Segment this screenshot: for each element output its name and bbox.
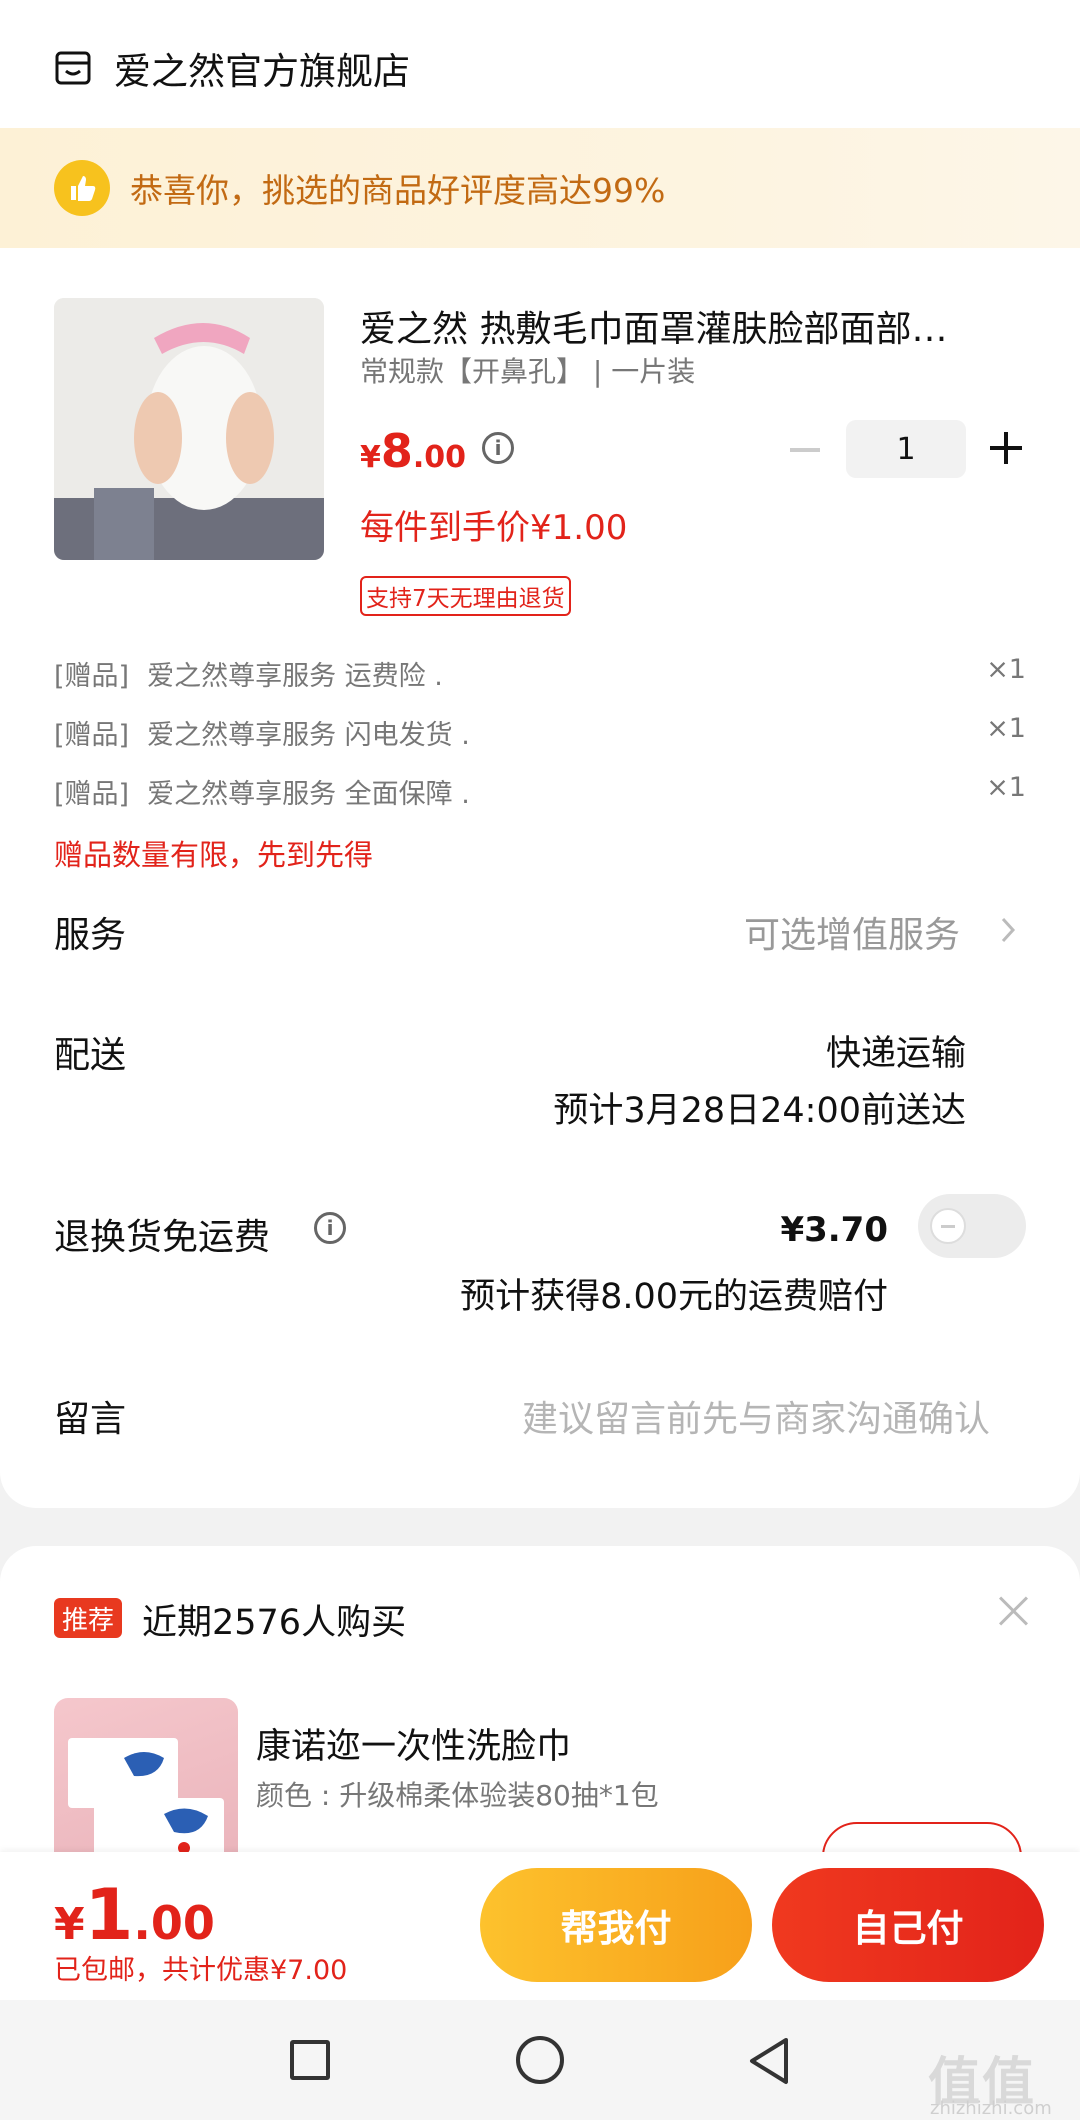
- service-value[interactable]: 可选增值服务: [744, 906, 960, 958]
- close-icon[interactable]: [998, 1596, 1028, 1626]
- rating-banner: 恭喜你，挑选的商品好评度高达99%: [0, 128, 1080, 248]
- total-price: ¥1.00: [54, 1874, 215, 1956]
- message-input[interactable]: 建议留言前先与商家沟通确认: [522, 1390, 990, 1442]
- return-fee-price: ¥3.70: [780, 1210, 888, 1250]
- price-decimal: .00: [412, 440, 467, 475]
- rating-text: 恭喜你，挑选的商品好评度高达99%: [130, 171, 666, 210]
- delivery-label: 配送: [54, 1035, 127, 1076]
- thumbs-up-icon: [54, 160, 110, 216]
- gift-item: [赠品] 爱之然尊享服务 闪电发货 . ×1: [54, 713, 1026, 752]
- price-currency: ¥: [360, 440, 381, 475]
- gift-tag: [赠品]: [54, 661, 130, 692]
- gift-qty: ×1: [986, 772, 1026, 803]
- product-spec[interactable]: 常规款【开鼻孔】 | 一片装: [360, 350, 695, 390]
- discount-note: 已包邮，共计优惠¥7.00: [54, 1955, 348, 1986]
- toggle-knob: [930, 1208, 966, 1244]
- help-me-pay-button[interactable]: 帮我付: [480, 1868, 752, 1982]
- return-fee-note: 预计获得8.00元的运费赔付: [460, 1277, 888, 1317]
- recommend-item-name[interactable]: 康诺迩一次性洗脸巾: [256, 1718, 571, 1769]
- return-fee-toggle[interactable]: [918, 1194, 1026, 1258]
- recommend-tag: 推荐: [54, 1598, 123, 1638]
- gift-limit-note: 赠品数量有限，先到先得: [54, 838, 374, 872]
- decrease-quantity-button[interactable]: [790, 448, 820, 452]
- store-header[interactable]: 爱之然官方旗舰店: [54, 36, 410, 100]
- recommend-item-image[interactable]: [54, 1698, 238, 1868]
- gift-name: 爱之然尊享服务 运费险 .: [147, 661, 443, 692]
- home-icon[interactable]: [516, 2036, 564, 2084]
- back-icon[interactable]: [746, 2036, 792, 2086]
- gift-tag: [赠品]: [54, 779, 130, 810]
- delivery-eta: 预计3月28日24:00前送达: [553, 1091, 966, 1131]
- watermark-url: zhizhizhi.com: [930, 2098, 1052, 2119]
- store-icon: [55, 51, 91, 85]
- return-fee-label: 退换货免运费: [54, 1217, 271, 1258]
- price-info-icon[interactable]: i: [482, 432, 514, 464]
- pay-bar: ¥1.00 已包邮，共计优惠¥7.00 帮我付 自己付: [0, 1852, 1080, 2000]
- product-title[interactable]: 爱之然 热敷毛巾面罩灌肤脸部面部…: [360, 300, 1020, 352]
- total-currency: ¥: [54, 1899, 85, 1950]
- unit-price: 每件到手价¥1.00: [360, 508, 628, 548]
- order-card: 爱之然官方旗舰店 恭喜你，挑选的商品好评度高达99% 爱之然 热敷毛巾面罩灌肤脸…: [0, 0, 1080, 1508]
- chevron-right-icon[interactable]: [1000, 916, 1016, 944]
- return-fee-info-icon[interactable]: i: [314, 1212, 346, 1244]
- service-label: 服务: [54, 915, 127, 956]
- recent-apps-icon[interactable]: [290, 2040, 330, 2080]
- recommend-card: 推荐 近期2576人购买 康诺迩一次性洗脸巾 颜色 : 升级棉柔体验装80抽*1…: [0, 1546, 1080, 1876]
- total-decimal: .00: [133, 1896, 215, 1950]
- store-name: 爱之然官方旗舰店: [114, 50, 410, 93]
- price-integer: 8: [380, 424, 413, 478]
- product-image[interactable]: [54, 298, 324, 560]
- delivery-method: 快递运输: [825, 1034, 966, 1074]
- gift-qty: ×1: [986, 713, 1026, 744]
- total-integer: 1: [84, 1874, 134, 1956]
- gift-name: 爱之然尊享服务 闪电发货 .: [147, 720, 470, 751]
- gift-tag: [赠品]: [54, 720, 130, 751]
- gift-qty: ×1: [986, 654, 1026, 685]
- return-policy-badge: 支持7天无理由退货: [360, 576, 571, 616]
- pay-myself-button[interactable]: 自己付: [772, 1868, 1044, 1982]
- system-nav-bar: 值值值 zhizhizhi.com: [0, 2000, 1080, 2120]
- recommend-title: 近期2576人购买: [142, 1603, 407, 1643]
- message-label: 留言: [54, 1399, 127, 1440]
- quantity-input[interactable]: 1: [846, 420, 966, 478]
- recommend-item-spec: 颜色 : 升级棉柔体验装80抽*1包: [256, 1779, 659, 1812]
- gift-name: 爱之然尊享服务 全面保障 .: [147, 779, 470, 810]
- gift-item: [赠品] 爱之然尊享服务 运费险 . ×1: [54, 654, 1026, 693]
- gift-item: [赠品] 爱之然尊享服务 全面保障 . ×1: [54, 772, 1026, 811]
- increase-quantity-button[interactable]: [990, 432, 1022, 464]
- product-price: ¥8.00: [360, 424, 466, 478]
- delivery-info[interactable]: 快递运输 预计3月28日24:00前送达: [553, 1026, 966, 1140]
